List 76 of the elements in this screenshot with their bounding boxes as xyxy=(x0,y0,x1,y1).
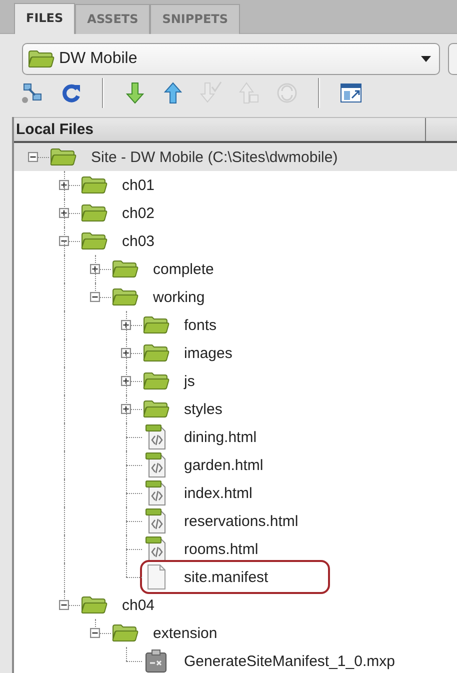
collapse-toggle-icon[interactable] xyxy=(90,628,100,638)
expand-toggle-icon[interactable] xyxy=(121,376,131,386)
site-dropdown[interactable]: DW Mobile xyxy=(22,43,440,75)
file-name: site.manifest xyxy=(184,568,268,586)
file-name: reservations.html xyxy=(184,512,298,530)
tree-row[interactable]: GenerateSiteManifest_1_0.mxp xyxy=(14,647,457,673)
tree-row[interactable]: extension xyxy=(14,619,457,647)
html-file-icon xyxy=(144,536,168,562)
folder-icon xyxy=(80,595,108,615)
file-name: rooms.html xyxy=(184,540,258,558)
tree-row[interactable]: fonts xyxy=(14,311,457,339)
collapse-toggle-icon[interactable] xyxy=(28,152,38,162)
tree-row[interactable]: garden.html xyxy=(14,451,457,479)
tree-row[interactable]: images xyxy=(14,339,457,367)
file-name: GenerateSiteManifest_1_0.mxp xyxy=(184,652,395,670)
file-name: working xyxy=(153,288,205,306)
folder-icon xyxy=(80,203,108,223)
tree-row[interactable]: dining.html xyxy=(14,423,457,451)
tree-row[interactable]: complete xyxy=(14,255,457,283)
file-name: js xyxy=(184,372,195,390)
tree-row[interactable]: ch01 xyxy=(14,171,457,199)
html-file-icon xyxy=(144,452,168,478)
expand-toggle-icon[interactable] xyxy=(121,404,131,414)
folder-icon xyxy=(142,343,170,363)
blank-file-icon xyxy=(145,564,167,590)
caret-icon xyxy=(421,56,431,62)
file-name: Site - DW Mobile (C:\Sites\dwmobile) xyxy=(91,148,338,166)
tree-row[interactable]: rooms.html xyxy=(14,535,457,563)
folder-icon xyxy=(80,231,108,251)
expand-toggle-icon[interactable] xyxy=(121,320,131,330)
file-name: garden.html xyxy=(184,456,264,474)
down-arrow-icon[interactable] xyxy=(125,81,145,105)
html-file-icon xyxy=(144,508,168,534)
file-name: images xyxy=(184,344,232,362)
collapse-toggle-icon[interactable] xyxy=(90,292,100,302)
panel-tab[interactable]: FILES xyxy=(14,3,76,34)
tree-row[interactable]: working xyxy=(14,283,457,311)
tree-row[interactable]: ch02 xyxy=(14,199,457,227)
folder-icon xyxy=(111,623,139,643)
folder-icon xyxy=(142,399,170,419)
tree-row[interactable]: ch03 xyxy=(14,227,457,255)
html-file-icon xyxy=(144,424,168,450)
file-name: index.html xyxy=(184,484,252,502)
tree-row[interactable]: Site - DW Mobile (C:\Sites\dwmobile) xyxy=(14,143,457,171)
file-name: ch02 xyxy=(122,204,155,222)
tree-row[interactable]: reservations.html xyxy=(14,507,457,535)
up-arrow-icon[interactable] xyxy=(163,81,183,105)
tree-row[interactable]: styles xyxy=(14,395,457,423)
expand-panel-icon[interactable] xyxy=(340,83,362,103)
file-name: ch01 xyxy=(122,176,155,194)
folder-icon xyxy=(27,49,55,69)
expand-toggle-icon[interactable] xyxy=(59,180,69,190)
expand-toggle-icon[interactable] xyxy=(59,208,69,218)
tree-row[interactable]: ch04 xyxy=(14,591,457,619)
folder-icon xyxy=(49,147,77,167)
refresh-icon[interactable] xyxy=(60,82,82,104)
file-name: dining.html xyxy=(184,428,257,446)
file-name: ch03 xyxy=(122,232,155,250)
expand-toggle-icon[interactable] xyxy=(121,348,131,358)
html-file-icon xyxy=(144,480,168,506)
folder-icon xyxy=(80,175,108,195)
file-name: complete xyxy=(153,260,214,278)
folder-icon xyxy=(142,315,170,335)
folder-icon xyxy=(111,259,139,279)
tree-row[interactable]: site.manifest xyxy=(14,563,457,591)
expand-toggle-icon[interactable] xyxy=(90,264,100,274)
tree-row[interactable]: index.html xyxy=(14,479,457,507)
folder-icon xyxy=(142,371,170,391)
tree-row[interactable]: js xyxy=(14,367,457,395)
folder-icon xyxy=(111,287,139,307)
file-name: styles xyxy=(184,400,222,418)
file-name: ch04 xyxy=(122,596,155,614)
collapse-toggle-icon[interactable] xyxy=(59,236,69,246)
file-name: fonts xyxy=(184,316,217,334)
collapse-toggle-icon[interactable] xyxy=(59,600,69,610)
file-name: extension xyxy=(153,624,218,642)
